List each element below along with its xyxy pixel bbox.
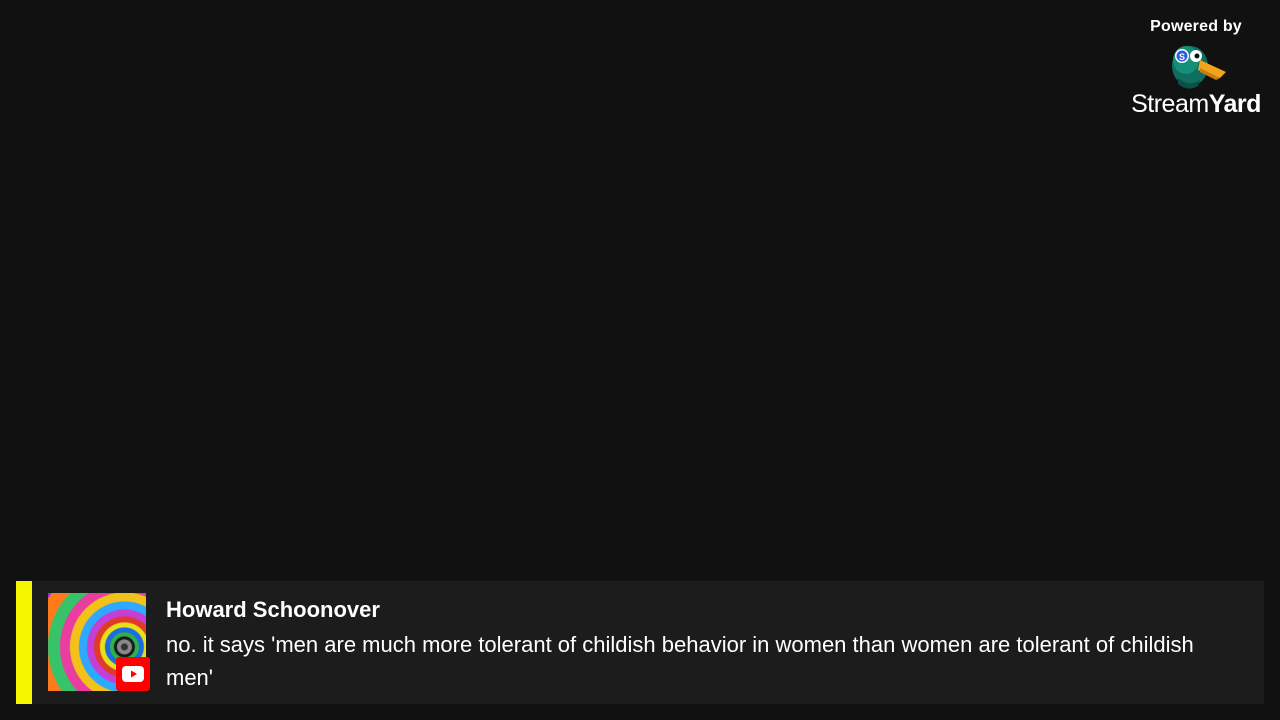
- youtube-icon: [116, 657, 150, 691]
- powered-by-label: Powered by: [1150, 18, 1242, 35]
- streamyard-wordmark: StreamYard: [1126, 90, 1266, 118]
- comment-accent-bar: [16, 581, 32, 704]
- wordmark-stream: Stream: [1131, 90, 1209, 118]
- comment-author: Howard Schoonover: [166, 597, 380, 622]
- streamyard-branding: Powered by S StreamYard: [1126, 18, 1266, 118]
- wordmark-yard: Yard: [1208, 90, 1262, 118]
- svg-text:S: S: [1179, 52, 1185, 62]
- comment-banner: Howard Schoonover no. it says 'men are m…: [16, 581, 1264, 704]
- streamyard-duck-mascot-icon: S: [1172, 46, 1226, 89]
- youtube-play-icon: [122, 666, 144, 682]
- stream-stage: Powered by S StreamYard Howard Schoonove…: [0, 0, 1280, 720]
- comment-message: no. it says 'men are much more tolerant …: [166, 632, 1194, 690]
